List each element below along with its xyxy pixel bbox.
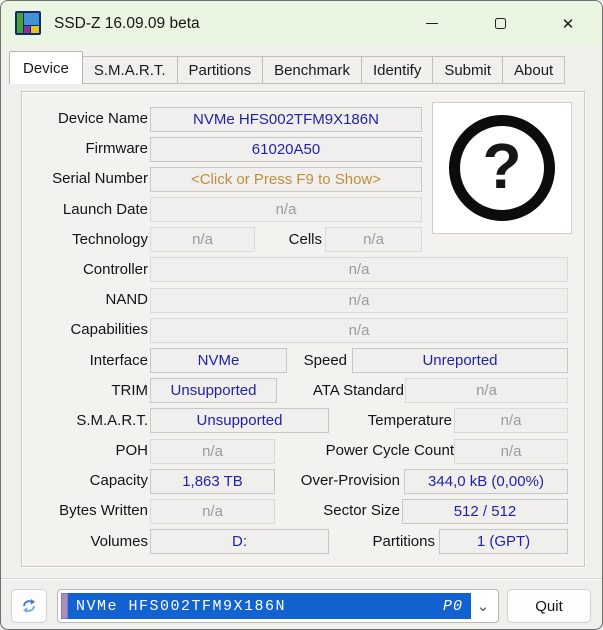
nand-label: NAND [22, 285, 148, 315]
nand-value: n/a [150, 288, 568, 313]
footer-separator [1, 578, 602, 580]
partitions-label: Partitions [335, 527, 435, 557]
partitions-value: 1 (GPT) [439, 529, 568, 554]
tab-smart[interactable]: S.M.A.R.T. [83, 56, 178, 84]
firmware-value: 61020A50 [150, 137, 422, 162]
maximize-icon [495, 18, 506, 29]
tab-about[interactable]: About [503, 56, 565, 84]
field-row-smart: S.M.A.R.T. Unsupported Temperature n/a [22, 406, 584, 436]
sector-size-value: 512 / 512 [402, 499, 568, 524]
trim-label: TRIM [22, 376, 148, 406]
technology-label: Technology [22, 225, 148, 255]
device-image-placeholder: ? [432, 102, 572, 234]
volumes-label: Volumes [22, 527, 148, 557]
controller-value: n/a [150, 257, 568, 282]
field-row-controller: Controller n/a [22, 255, 584, 285]
poh-label: POH [22, 436, 148, 466]
ata-standard-value: n/a [405, 378, 568, 403]
power-cycle-count-value: n/a [454, 439, 568, 464]
interface-label: Interface [22, 346, 148, 376]
maximize-button[interactable] [466, 1, 534, 46]
field-row-poh: POH n/a Power Cycle Count n/a [22, 436, 584, 466]
window-controls: ✕ [398, 1, 602, 46]
capabilities-value: n/a [150, 318, 568, 343]
tab-identify[interactable]: Identify [362, 56, 433, 84]
cells-label: Cells [252, 225, 322, 255]
question-mark-glyph: ? [482, 134, 521, 198]
field-row-capabilities: Capabilities n/a [22, 315, 584, 345]
app-window: SSD-Z 16.09.09 beta ✕ Device S.M.A.R.T. … [0, 0, 603, 630]
tab-submit[interactable]: Submit [433, 56, 503, 84]
tab-strip: Device S.M.A.R.T. Partitions Benchmark I… [9, 51, 565, 84]
field-row-nand: NAND n/a [22, 285, 584, 315]
poh-value: n/a [150, 439, 275, 464]
firmware-label: Firmware [22, 134, 148, 164]
field-row-trim: TRIM Unsupported ATA Standard n/a [22, 376, 584, 406]
serial-number-label: Serial Number [22, 164, 148, 194]
serial-number-value[interactable]: <Click or Press F9 to Show> [150, 167, 422, 192]
launch-date-value: n/a [150, 197, 422, 222]
bytes-written-value: n/a [150, 499, 275, 524]
tab-device[interactable]: Device [9, 51, 83, 84]
temperature-value: n/a [454, 408, 568, 433]
device-selector-badge: P0 [443, 598, 463, 615]
titlebar: SSD-Z 16.09.09 beta ✕ [1, 1, 602, 46]
device-info-panel: Device Name NVMe HFS002TFM9X186N Firmwar… [21, 91, 585, 567]
chevron-down-icon[interactable]: ⌄ [471, 593, 495, 619]
capacity-value: 1,863 TB [150, 469, 275, 494]
cells-value: n/a [325, 227, 422, 252]
over-provision-value: 344,0 kB (0,00%) [404, 469, 568, 494]
question-mark-icon: ? [449, 115, 555, 221]
over-provision-label: Over-Provision [280, 466, 400, 496]
close-icon: ✕ [562, 15, 575, 33]
minimize-icon [426, 23, 438, 24]
smart-value: Unsupported [150, 408, 329, 433]
capabilities-label: Capabilities [22, 315, 148, 345]
power-cycle-count-label: Power Cycle Count [304, 436, 454, 466]
volumes-value: D: [150, 529, 329, 554]
field-row-interface: Interface NVMe Speed Unreported [22, 346, 584, 376]
close-button[interactable]: ✕ [534, 1, 602, 46]
window-title: SSD-Z 16.09.09 beta [54, 1, 200, 46]
sector-size-label: Sector Size [300, 496, 400, 526]
smart-label: S.M.A.R.T. [22, 406, 148, 436]
temperature-label: Temperature [332, 406, 452, 436]
quit-button[interactable]: Quit [507, 589, 591, 623]
technology-value: n/a [150, 227, 255, 252]
minimize-button[interactable] [398, 1, 466, 46]
launch-date-label: Launch Date [22, 195, 148, 225]
refresh-button[interactable] [11, 589, 47, 623]
field-row-capacity: Capacity 1,863 TB Over-Provision 344,0 k… [22, 466, 584, 496]
tab-benchmark[interactable]: Benchmark [263, 56, 362, 84]
device-selector-combobox[interactable]: NVMe HFS002TFM9X186N P0 ⌄ [57, 589, 499, 623]
ata-standard-label: ATA Standard [282, 376, 404, 406]
quit-button-label: Quit [535, 598, 563, 615]
capacity-label: Capacity [22, 466, 148, 496]
refresh-icon [20, 597, 38, 615]
bytes-written-label: Bytes Written [22, 496, 148, 526]
device-name-value: NVMe HFS002TFM9X186N [150, 107, 422, 132]
speed-value: Unreported [352, 348, 568, 373]
tab-partitions[interactable]: Partitions [178, 56, 264, 84]
speed-label: Speed [267, 346, 347, 376]
field-row-bytes-written: Bytes Written n/a Sector Size 512 / 512 [22, 496, 584, 526]
field-row-volumes: Volumes D: Partitions 1 (GPT) [22, 527, 584, 557]
device-selector-value: NVMe HFS002TFM9X186N [76, 598, 286, 615]
controller-label: Controller [22, 255, 148, 285]
device-name-label: Device Name [22, 104, 148, 134]
device-selector-selection: NVMe HFS002TFM9X186N P0 [68, 593, 471, 619]
trim-value: Unsupported [150, 378, 277, 403]
app-icon [15, 11, 41, 35]
device-color-strip [61, 593, 68, 619]
